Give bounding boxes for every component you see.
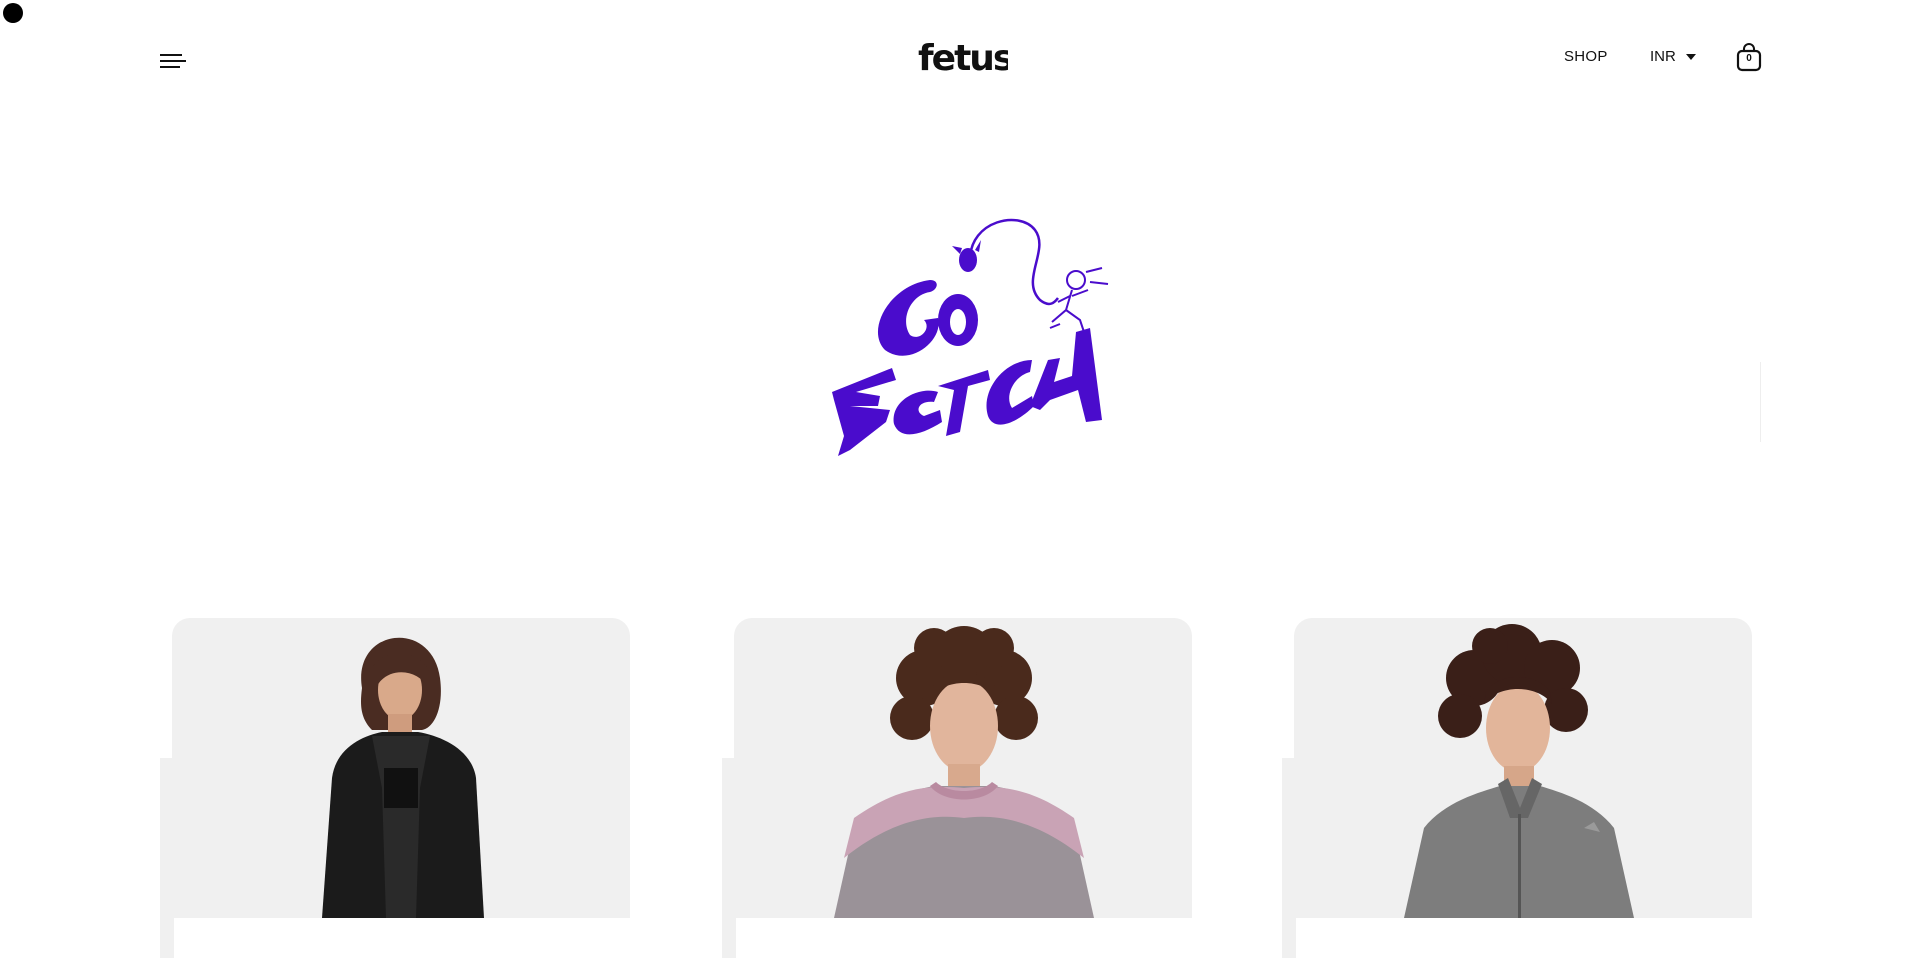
go-fetch-hero-artwork — [820, 210, 1110, 470]
nav-shop-link[interactable]: SHOP — [1564, 48, 1608, 65]
product-card[interactable] — [172, 618, 630, 918]
hamburger-icon — [160, 54, 186, 68]
svg-text:fetus: fetus — [918, 38, 1008, 79]
fetus-logo-wordmark: fetus — [918, 38, 1015, 79]
cart-count-badge: 0 — [1746, 53, 1752, 64]
go-fetch-illustration — [832, 218, 1109, 456]
site-header: fetus SHOP INR 0 — [0, 0, 1920, 120]
product-image-woman-black-jacket — [322, 637, 484, 918]
divider-line — [1760, 362, 1761, 442]
product-card[interactable] — [1294, 618, 1752, 918]
currency-label: INR — [1650, 48, 1676, 65]
currency-selector[interactable]: INR — [1650, 48, 1696, 65]
product-image-man-grey-zip-jacket — [1404, 624, 1634, 918]
product-card[interactable] — [734, 618, 1192, 918]
caret-down-icon — [1685, 53, 1696, 60]
product-grid — [0, 618, 1920, 958]
product-image-man-pink-grey-top — [834, 626, 1094, 918]
site-logo[interactable]: fetus — [916, 36, 1015, 80]
hamburger-menu-button[interactable] — [158, 50, 186, 72]
cart-button[interactable]: 0 — [1736, 42, 1762, 72]
